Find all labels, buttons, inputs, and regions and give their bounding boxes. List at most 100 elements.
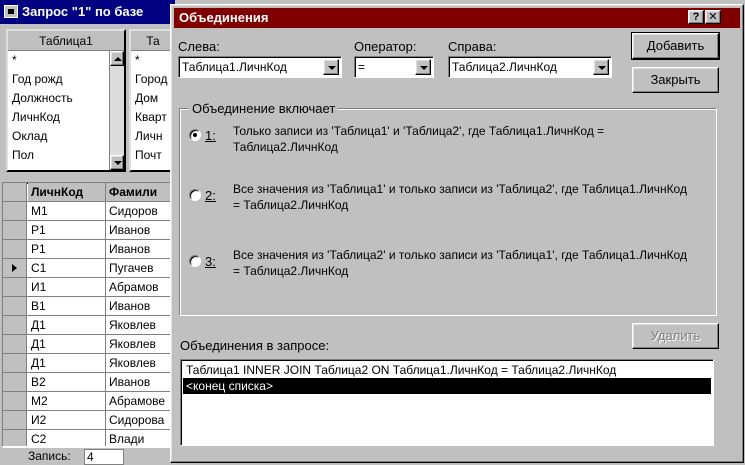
record-selector[interactable] bbox=[3, 373, 27, 391]
record-selector[interactable] bbox=[3, 335, 27, 353]
record-selector[interactable] bbox=[3, 221, 27, 239]
chevron-down-icon[interactable] bbox=[323, 59, 339, 75]
table1-title[interactable]: Таблица1 bbox=[8, 31, 124, 51]
left-field-value: Таблица1.ЛичнКод bbox=[182, 60, 287, 74]
table-cell[interactable]: Иванов bbox=[106, 221, 173, 239]
table-cell[interactable]: Влади bbox=[106, 430, 173, 446]
table-cell[interactable]: Д1 bbox=[28, 316, 106, 334]
table-cell[interactable]: С2 bbox=[28, 430, 106, 446]
table-row[interactable]: Р1 Иванов bbox=[3, 240, 173, 259]
scroll-down-icon[interactable] bbox=[110, 155, 124, 170]
chevron-down-icon[interactable] bbox=[593, 59, 609, 75]
join-list-end-item[interactable]: <конец списка> bbox=[183, 378, 711, 394]
help-button[interactable]: ? bbox=[688, 10, 704, 24]
table-row[interactable]: С2 Влади bbox=[3, 430, 173, 446]
table-row[interactable]: Р1 Иванов bbox=[3, 221, 173, 240]
delete-button[interactable]: Удалить bbox=[632, 323, 719, 349]
join-option-2-text[interactable]: Все значения из 'Таблица1' и только запи… bbox=[233, 181, 688, 213]
record-selector[interactable] bbox=[3, 354, 27, 372]
join-option-1-text[interactable]: Только записи из 'Таблица1' и 'Таблица2'… bbox=[233, 123, 688, 155]
join-option-3-radio[interactable] bbox=[189, 255, 201, 267]
right-field-combo[interactable]: Таблица2.ЛичнКод bbox=[448, 56, 612, 78]
operator-combo[interactable]: = bbox=[354, 56, 434, 78]
table2-field[interactable]: Дом bbox=[131, 89, 175, 108]
table-row[interactable]: Д1 Яковлев bbox=[3, 354, 173, 373]
table-cell[interactable]: Иванов bbox=[106, 373, 173, 391]
record-selector[interactable] bbox=[3, 316, 27, 334]
table1-scrollbar[interactable] bbox=[109, 51, 124, 170]
dialog-titlebar[interactable]: Объединения ? ✕ bbox=[174, 8, 740, 28]
table-cell[interactable]: Яковлев bbox=[106, 335, 173, 353]
table1-field[interactable]: Год рожд bbox=[8, 70, 124, 89]
record-selector[interactable] bbox=[3, 259, 27, 277]
table-cell[interactable]: Р1 bbox=[28, 221, 106, 239]
table-cell[interactable]: Сидоров bbox=[106, 202, 173, 220]
table1-field[interactable]: * bbox=[8, 51, 124, 70]
table-cell[interactable]: В2 bbox=[28, 373, 106, 391]
join-option-2-number[interactable]: 2: bbox=[205, 188, 216, 203]
right-label: Справа: bbox=[448, 39, 497, 54]
join-option-1-radio[interactable] bbox=[189, 129, 201, 141]
table-cell[interactable]: М2 bbox=[28, 392, 106, 410]
join-option-3-text[interactable]: Все значения из 'Таблица2' и только запи… bbox=[233, 247, 688, 279]
join-option-2-radio[interactable] bbox=[189, 189, 201, 201]
system-menu-icon[interactable] bbox=[4, 5, 18, 18]
table-row[interactable]: С1 Пугачев bbox=[3, 259, 173, 278]
join-option-1-number[interactable]: 1: bbox=[205, 128, 216, 143]
table-row[interactable]: И2 Сидорова bbox=[3, 411, 173, 430]
record-selector[interactable] bbox=[3, 392, 27, 410]
join-list-item[interactable]: Таблица1 INNER JOIN Таблица2 ON Таблица1… bbox=[183, 362, 711, 378]
close-button[interactable]: ✕ bbox=[705, 10, 721, 24]
table2-field[interactable]: Кварт bbox=[131, 108, 175, 127]
table1-field[interactable]: Должность bbox=[8, 89, 124, 108]
column-header[interactable]: ЛичнКод bbox=[28, 183, 106, 201]
record-selector[interactable] bbox=[3, 278, 27, 296]
table2-field[interactable]: Город bbox=[131, 70, 175, 89]
table-cell[interactable]: И2 bbox=[28, 411, 106, 429]
table-cell[interactable]: Иванов bbox=[106, 297, 173, 315]
table2-field[interactable]: Почт bbox=[131, 146, 175, 165]
table-row[interactable]: М1 Сидоров bbox=[3, 202, 173, 221]
table-cell[interactable]: В1 bbox=[28, 297, 106, 315]
table2-field[interactable]: * bbox=[131, 51, 175, 70]
table-cell[interactable]: Абрамов bbox=[106, 278, 173, 296]
table-row[interactable]: И1 Абрамов bbox=[3, 278, 173, 297]
table2-title[interactable]: Та bbox=[131, 31, 175, 51]
chevron-down-icon[interactable] bbox=[415, 59, 431, 75]
table1-field[interactable]: ЛичнКод bbox=[8, 108, 124, 127]
table-cell[interactable]: Д1 bbox=[28, 354, 106, 372]
column-header[interactable]: Фамили bbox=[106, 183, 173, 201]
left-field-combo[interactable]: Таблица1.ЛичнКод bbox=[178, 56, 342, 78]
record-selector[interactable] bbox=[3, 411, 27, 429]
table1-field[interactable]: Пол bbox=[8, 146, 124, 165]
table-cell[interactable]: М1 bbox=[28, 202, 106, 220]
table1-field[interactable]: Оклад bbox=[8, 127, 124, 146]
join-option-3-number[interactable]: 3: bbox=[205, 254, 216, 269]
table-cell[interactable]: Абрамове bbox=[106, 392, 173, 410]
table-cell[interactable]: Иванов bbox=[106, 240, 173, 258]
table-cell[interactable]: И1 bbox=[28, 278, 106, 296]
add-button[interactable]: Добавить bbox=[631, 32, 720, 60]
record-selector[interactable] bbox=[3, 297, 27, 315]
table-cell[interactable]: Яковлев bbox=[106, 354, 173, 372]
joins-list[interactable]: Таблица1 INNER JOIN Таблица2 ON Таблица1… bbox=[180, 359, 714, 446]
record-selector[interactable] bbox=[3, 430, 27, 446]
table-cell[interactable]: Р1 bbox=[28, 240, 106, 258]
table-row[interactable]: М2 Абрамове bbox=[3, 392, 173, 411]
query-window-titlebar[interactable]: Запрос "1" по базе bbox=[0, 0, 175, 24]
scroll-up-icon[interactable] bbox=[110, 51, 124, 66]
table2-field[interactable]: Личн bbox=[131, 127, 175, 146]
table-cell[interactable]: Сидорова bbox=[106, 411, 173, 429]
table-cell[interactable]: Д1 bbox=[28, 335, 106, 353]
table-row[interactable]: В2 Иванов bbox=[3, 373, 173, 392]
select-all-cell[interactable] bbox=[3, 183, 27, 201]
table-cell[interactable]: Пугачев bbox=[106, 259, 173, 277]
record-selector[interactable] bbox=[3, 202, 27, 220]
table-cell[interactable]: Яковлев bbox=[106, 316, 173, 334]
close-dialog-button[interactable]: Закрыть bbox=[632, 67, 719, 93]
record-selector[interactable] bbox=[3, 240, 27, 258]
table-row[interactable]: Д1 Яковлев bbox=[3, 335, 173, 354]
table-cell[interactable]: С1 bbox=[28, 259, 106, 277]
table-row[interactable]: Д1 Яковлев bbox=[3, 316, 173, 335]
table-row[interactable]: В1 Иванов bbox=[3, 297, 173, 316]
